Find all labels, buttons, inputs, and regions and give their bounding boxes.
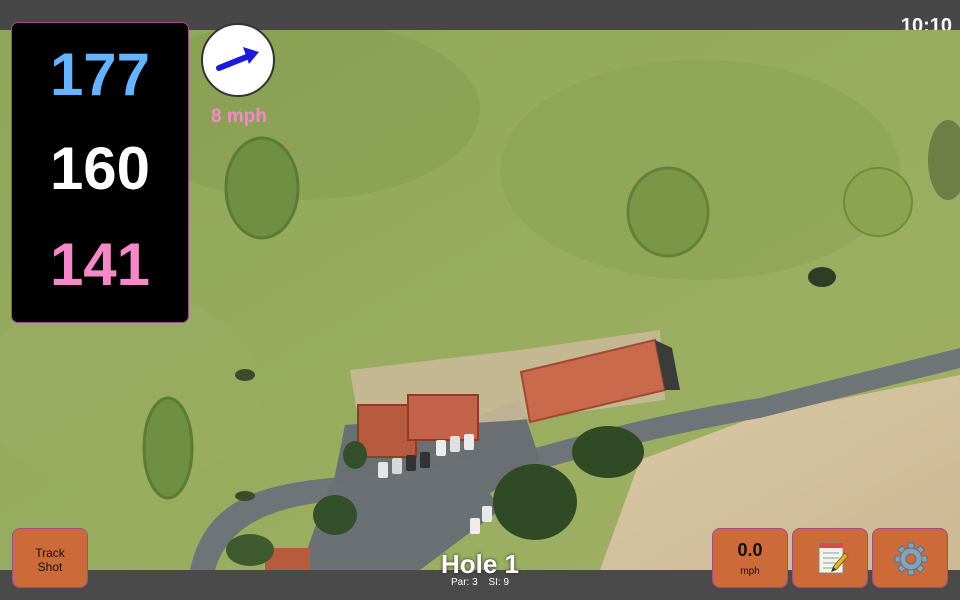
hole-details: Par: 3 SI: 9 <box>380 577 580 588</box>
track-shot-label-line2: Shot <box>37 560 63 574</box>
hole-stroke-index: SI: 9 <box>488 577 510 588</box>
front-of-green-distance: 141 <box>49 231 151 298</box>
speed-button[interactable]: 0.0 mph <box>712 528 788 588</box>
wind-arrow-icon <box>216 47 259 71</box>
hole-par: Par: 3 <box>450 577 478 588</box>
distance-panel: 177 160 141 <box>11 22 189 323</box>
notepad-icon <box>818 542 849 574</box>
speed-unit: mph <box>740 566 760 577</box>
track-shot-label-line1: Track <box>35 546 65 560</box>
golf-gps-screen: 10:10 177 160 141 8 mph Track Shot Hole … <box>0 0 960 600</box>
wind-indicator <box>201 23 275 97</box>
track-shot-button[interactable]: Track Shot <box>12 528 88 588</box>
settings-button[interactable] <box>872 528 948 588</box>
speed-value: 0.0 <box>737 540 763 560</box>
gear-icon <box>894 542 928 576</box>
back-of-green-distance: 177 <box>49 41 151 108</box>
middle-of-green-distance: 160 <box>49 135 151 202</box>
notes-button[interactable] <box>792 528 868 588</box>
wind-speed: 8 mph <box>211 106 267 127</box>
hole-title: Hole 1 <box>440 549 520 579</box>
